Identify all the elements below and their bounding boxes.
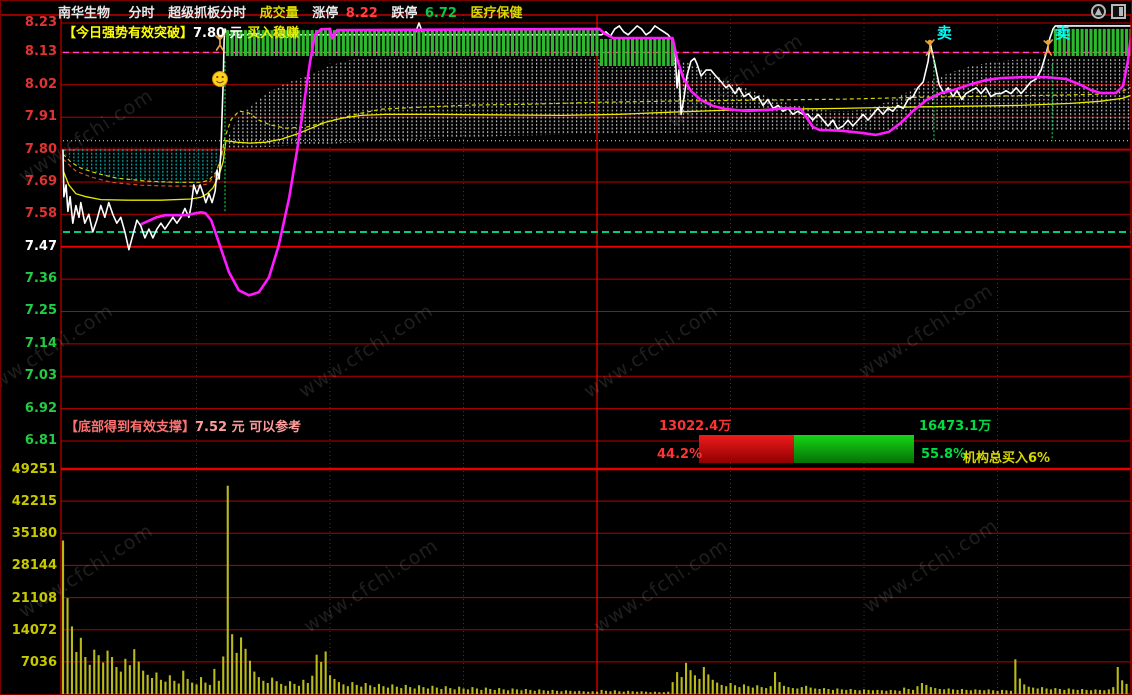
sector-label[interactable]: 医疗保健: [471, 6, 523, 21]
volume-axis-label: 42215: [11, 494, 57, 510]
price-axis-label: 7.47: [24, 238, 57, 254]
trading-app-window: 卖 卖 www.cfchi.com www.cfchi.com www.cfchi.…: [0, 0, 1132, 695]
buy-percent: 55.8%: [921, 447, 967, 462]
sell-marker-label: 卖: [1055, 24, 1070, 42]
price-axis-label: 7.03: [24, 368, 57, 384]
sell-marker-label: 卖: [937, 24, 952, 42]
price-axis-label: 7.91: [24, 109, 57, 125]
chart-header: 南华生物 分时 超级抓板分时 成交量 涨停 8.22 跌停 6.72 医疗保健: [58, 2, 532, 21]
price-axis-label: 7.80: [24, 141, 57, 157]
price-axis-label: 7.69: [24, 173, 57, 189]
support-suffix: 可以参考: [249, 420, 302, 435]
breakout-price: 7.80 元: [193, 26, 243, 41]
volume-axis-label: 35180: [11, 526, 57, 542]
support-annotation: 【底部得到有效支撑】7.52 元 可以参考: [65, 416, 301, 435]
intraday-chart[interactable]: 卖 卖: [1, 1, 1132, 695]
limit-down-label: 跌停: [391, 6, 418, 21]
buy-ratio-bar: [794, 435, 915, 463]
price-axis-label: 7.25: [24, 303, 57, 319]
sell-amount: 13022.4万: [659, 419, 732, 434]
price-axis-label: 7.36: [24, 271, 57, 287]
volume-axis-label: 28144: [11, 558, 57, 574]
price-axis-label: 7.14: [24, 335, 57, 351]
breakout-suffix: 买入稳赚: [247, 26, 300, 41]
breakout-annotation-title: 【今日强势有效突破】: [63, 26, 194, 41]
price-axis-label: 8.23: [24, 15, 57, 30]
limit-up-label: 涨停: [312, 6, 339, 21]
smiley-icon: [211, 71, 228, 87]
breakout-annotation: 【今日强势有效突破】7.80 元 买入稳赚: [63, 22, 299, 41]
volume-axis-label: 7036: [20, 654, 57, 670]
institution-buy-note: 机构总买入6%: [963, 451, 1051, 466]
support-annotation-title: 【底部得到有效支撑】: [65, 420, 196, 435]
price-axis-label: 8.13: [24, 44, 57, 60]
price-axis-label: 6.92: [24, 400, 57, 416]
tab-intraday[interactable]: 分时: [129, 6, 155, 21]
price-axis-label: 7.58: [24, 206, 57, 222]
price-axis-label: 8.02: [24, 76, 57, 92]
maximize-icon[interactable]: ▲: [1091, 4, 1106, 19]
window-controls: ▲: [1091, 4, 1126, 19]
stock-name: 南华生物: [58, 6, 111, 21]
volume-axis-label: 14072: [11, 622, 57, 638]
buy-amount: 16473.1万: [919, 419, 992, 434]
volume-axis-label: 49251: [11, 462, 57, 477]
dock-panel-icon[interactable]: [1111, 4, 1126, 19]
sell-ratio-bar: [699, 435, 794, 463]
limit-down-value: 6.72: [424, 6, 457, 21]
limit-up-value: 8.22: [345, 6, 378, 21]
volume-axis-label: 21108: [11, 590, 57, 606]
indicator-name[interactable]: 超级抓板分时: [168, 6, 246, 21]
support-price: 7.52 元: [195, 420, 245, 435]
sell-percent: 44.2%: [657, 447, 703, 462]
volume-indicator-label[interactable]: 成交量: [260, 6, 299, 21]
price-axis-label: 6.81: [24, 433, 57, 448]
